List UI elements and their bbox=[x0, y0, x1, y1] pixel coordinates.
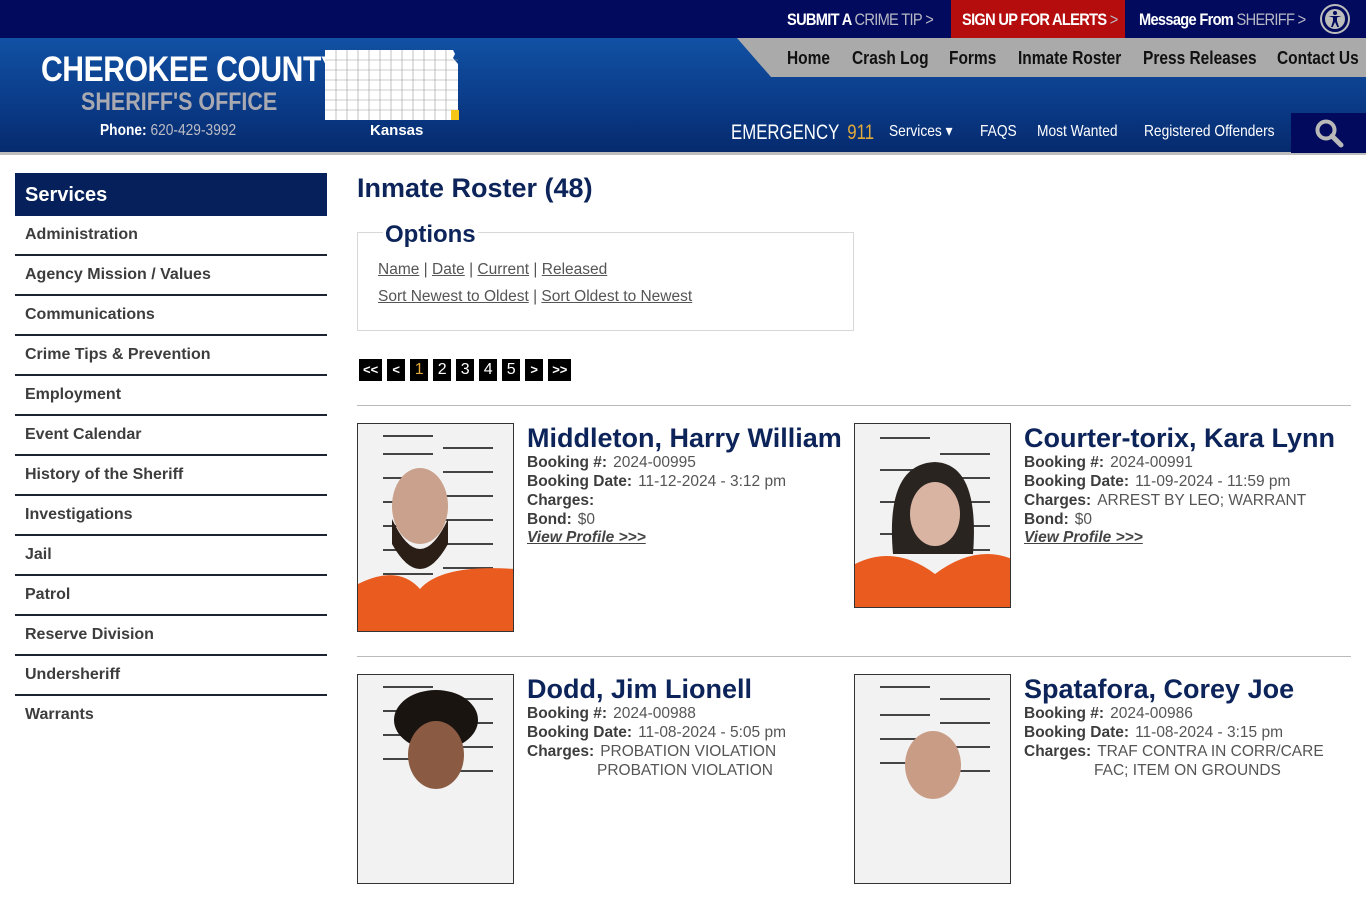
inmate-info: Spatafora, Corey Joe Booking #: 2024-0098… bbox=[1024, 674, 1324, 779]
sidebar-item-event-calendar[interactable]: Event Calendar bbox=[15, 416, 327, 456]
options-legend: Options bbox=[383, 221, 478, 249]
sidebar-heading: Services bbox=[15, 173, 327, 216]
page-first-button[interactable]: << bbox=[359, 359, 383, 381]
sidebar-item-history[interactable]: History of the Sheriff bbox=[15, 456, 327, 496]
chevron-right-icon: > bbox=[925, 10, 934, 29]
nav-inmate-roster[interactable]: Inmate Roster bbox=[1018, 38, 1121, 77]
nav-faqs[interactable]: FAQS bbox=[980, 113, 1017, 151]
bond: $0 bbox=[577, 511, 596, 528]
chevron-down-icon: ▾ bbox=[945, 123, 953, 140]
row-divider bbox=[357, 405, 1351, 406]
sidebar-item-crime-tips[interactable]: Crime Tips & Prevention bbox=[15, 336, 327, 376]
charges-continued: FAC; ITEM ON GROUNDS bbox=[1094, 762, 1281, 779]
inmate-name[interactable]: Courter-torix, Kara Lynn bbox=[1024, 423, 1335, 453]
sidebar-item-employment[interactable]: Employment bbox=[15, 376, 327, 416]
chevron-right-icon: > bbox=[1297, 10, 1307, 29]
accessibility-icon[interactable] bbox=[1320, 4, 1350, 34]
view-profile-link[interactable]: View Profile >>> bbox=[1024, 529, 1335, 547]
inmate-card: Middleton, Harry William Booking #: 2024-… bbox=[357, 423, 847, 663]
filter-current-link[interactable]: Current bbox=[477, 261, 529, 278]
page-last-button[interactable]: >> bbox=[548, 359, 572, 381]
charges: ARREST BY LEO; WARRANT bbox=[1097, 492, 1307, 509]
nav-services-dropdown[interactable]: Services ▾ bbox=[889, 113, 953, 151]
site-title[interactable]: CHEROKEE COUNTY bbox=[41, 50, 341, 90]
inmate-photo[interactable] bbox=[357, 423, 514, 632]
top-bar: SUBMIT A CRIME TIP > SIGN UP FOR ALERTS … bbox=[0, 0, 1366, 38]
inmate-name[interactable]: Dodd, Jim Lionell bbox=[527, 674, 786, 704]
filter-released-link[interactable]: Released bbox=[542, 261, 608, 278]
sidebar-item-agency-mission[interactable]: Agency Mission / Values bbox=[15, 256, 327, 296]
page-title: Inmate Roster (48) bbox=[357, 173, 593, 203]
page-prev-button[interactable]: < bbox=[387, 359, 406, 381]
page-5-button[interactable]: 5 bbox=[502, 359, 521, 381]
booking-number: 2024-00988 bbox=[613, 705, 696, 722]
nav-home[interactable]: Home bbox=[787, 38, 830, 77]
view-profile-link[interactable]: View Profile >>> bbox=[527, 529, 842, 547]
nav-press-releases[interactable]: Press Releases bbox=[1143, 38, 1257, 77]
pagination: << < 1 2 3 4 5 > >> bbox=[359, 359, 572, 381]
nav-most-wanted[interactable]: Most Wanted bbox=[1037, 113, 1118, 151]
sort-links: Sort Newest to Oldest | Sort Oldest to N… bbox=[378, 288, 693, 305]
booking-date: 11-09-2024 - 11:59 pm bbox=[1135, 473, 1291, 490]
options-box: Options Name | Date | Current | Released… bbox=[357, 221, 854, 331]
inmate-photo[interactable] bbox=[854, 423, 1011, 608]
inmate-card: Spatafora, Corey Joe Booking #: 2024-0098… bbox=[854, 674, 1344, 914]
inmate-name[interactable]: Spatafora, Corey Joe bbox=[1024, 674, 1324, 704]
charges: TRAF CONTRA IN CORR/CARE bbox=[1097, 743, 1324, 760]
site-subtitle: SHERIFF'S OFFICE bbox=[81, 88, 278, 116]
page-1-button[interactable]: 1 bbox=[410, 359, 429, 381]
search-icon bbox=[1315, 119, 1343, 148]
nav-contact-us[interactable]: Contact Us bbox=[1277, 38, 1359, 77]
emergency-911: EMERGENCY 911 bbox=[731, 121, 875, 144]
sidebar-item-jail[interactable]: Jail bbox=[15, 536, 327, 576]
inmate-photo[interactable] bbox=[854, 674, 1011, 884]
sidebar-item-investigations[interactable]: Investigations bbox=[15, 496, 327, 536]
charges-continued: PROBATION VIOLATION bbox=[597, 762, 773, 779]
nav-forms[interactable]: Forms bbox=[949, 38, 996, 77]
sidebar-item-undersheriff[interactable]: Undersheriff bbox=[15, 656, 327, 696]
sidebar-item-warrants[interactable]: Warrants bbox=[15, 696, 327, 736]
filter-links: Name | Date | Current | Released bbox=[378, 261, 608, 278]
inmate-name[interactable]: Middleton, Harry William bbox=[527, 423, 842, 453]
message-from-sheriff-link[interactable]: Message From SHERIFF > bbox=[1139, 0, 1307, 38]
filter-date-link[interactable]: Date bbox=[432, 261, 465, 278]
inmate-info: Middleton, Harry William Booking #: 2024-… bbox=[527, 423, 842, 547]
inmate-card: Dodd, Jim Lionell Booking #: 2024-00988 B… bbox=[357, 674, 847, 914]
header-divider bbox=[0, 152, 1366, 155]
booking-date: 11-08-2024 - 5:05 pm bbox=[638, 724, 786, 741]
filter-name-link[interactable]: Name bbox=[378, 261, 419, 278]
booking-number: 2024-00995 bbox=[613, 454, 696, 471]
inmate-info: Courter-torix, Kara Lynn Booking #: 2024-… bbox=[1024, 423, 1336, 547]
booking-date: 11-08-2024 - 3:15 pm bbox=[1135, 724, 1283, 741]
map-label: Kansas bbox=[370, 122, 424, 139]
page-3-button[interactable]: 3 bbox=[456, 359, 475, 381]
chevron-right-icon: > bbox=[1109, 10, 1119, 29]
main-nav: Home Crash Log Forms Inmate Roster Press… bbox=[737, 38, 1366, 77]
sidebar-item-reserve-division[interactable]: Reserve Division bbox=[15, 616, 327, 656]
booking-number: 2024-00986 bbox=[1110, 705, 1193, 722]
sort-newest-link[interactable]: Sort Newest to Oldest bbox=[378, 288, 529, 305]
sidebar-item-patrol[interactable]: Patrol bbox=[15, 576, 327, 616]
bond: $0 bbox=[1074, 511, 1093, 528]
submit-crime-tip-link[interactable]: SUBMIT A CRIME TIP > bbox=[787, 0, 934, 38]
booking-date: 11-12-2024 - 3:12 pm bbox=[638, 473, 786, 490]
page-2-button[interactable]: 2 bbox=[433, 359, 452, 381]
booking-number: 2024-00991 bbox=[1110, 454, 1193, 471]
nav-crash-log[interactable]: Crash Log bbox=[852, 38, 929, 77]
page-next-button[interactable]: > bbox=[525, 359, 544, 381]
sidebar-item-communications[interactable]: Communications bbox=[15, 296, 327, 336]
inmate-info: Dodd, Jim Lionell Booking #: 2024-00988 B… bbox=[527, 674, 786, 779]
search-button[interactable] bbox=[1291, 113, 1366, 153]
charges: PROBATION VIOLATION bbox=[600, 743, 777, 760]
services-sidebar: Services Administration Agency Mission /… bbox=[15, 173, 327, 736]
phone-number: Phone: 620-429-3992 bbox=[100, 122, 237, 139]
sort-oldest-link[interactable]: Sort Oldest to Newest bbox=[541, 288, 692, 305]
inmate-card: Courter-torix, Kara Lynn Booking #: 2024-… bbox=[854, 423, 1344, 663]
sign-up-alerts-link[interactable]: SIGN UP FOR ALERTS > bbox=[962, 0, 1118, 38]
nav-registered-offenders[interactable]: Registered Offenders bbox=[1144, 113, 1275, 151]
page-4-button[interactable]: 4 bbox=[479, 359, 498, 381]
inmate-photo[interactable] bbox=[357, 674, 514, 884]
kansas-map-icon bbox=[325, 50, 459, 120]
sidebar-item-administration[interactable]: Administration bbox=[15, 216, 327, 256]
